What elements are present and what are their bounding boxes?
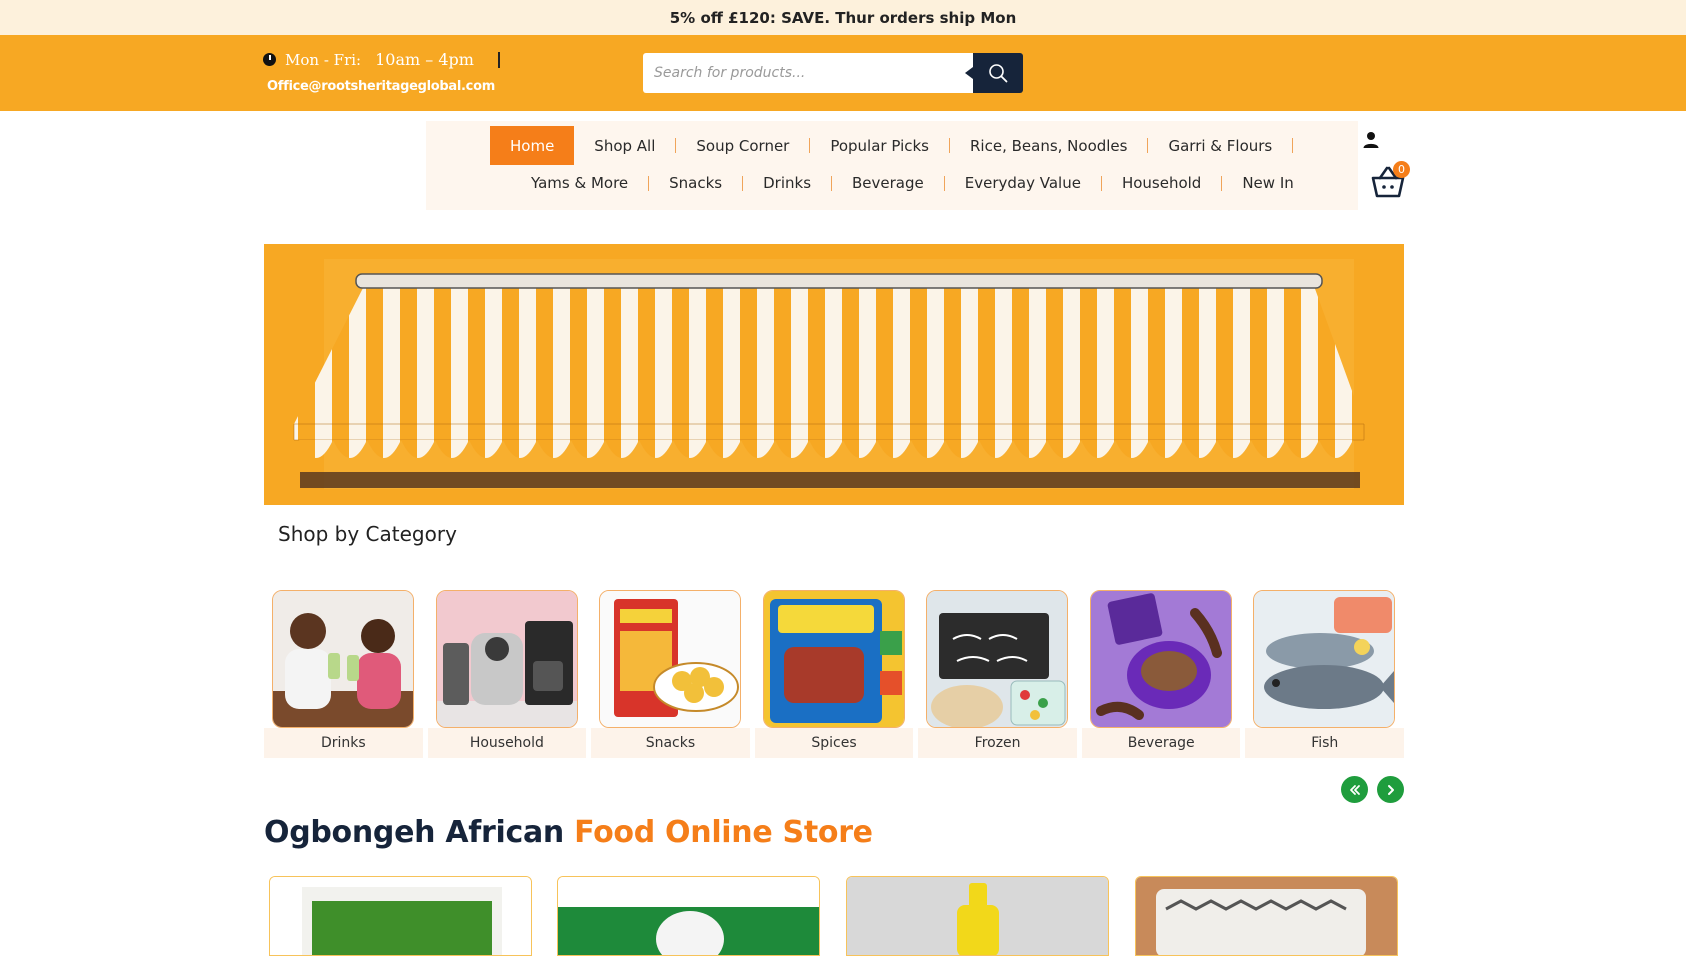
category-carousel: Drinks Household Snacks Spices Frozen Be… (264, 588, 1405, 758)
nav-item-garri-flours[interactable]: Garri & Flours (1148, 126, 1292, 165)
promo-text: 5% off £120: SAVE. Thur orders ship Mon (669, 8, 1017, 27)
divider (497, 51, 500, 68)
nav-item-beverage[interactable]: Beverage (832, 169, 944, 197)
nav-item-everyday-value[interactable]: Everyday Value (945, 169, 1101, 197)
store-heading-main: Ogbongeh African (264, 815, 564, 850)
category-label: Spices (754, 728, 914, 758)
hours-label: Mon - Fri: (285, 50, 362, 69)
category-image-drinks (272, 590, 414, 728)
category-label: Beverage (1081, 728, 1241, 758)
category-image-household (435, 590, 578, 728)
category-card-fish[interactable]: Fish (1245, 588, 1405, 758)
nav-item-soup-corner[interactable]: Soup Corner (676, 126, 809, 165)
store-heading-accent: Food Online Store (574, 815, 873, 850)
category-image-frozen (926, 590, 1069, 728)
category-label: Drinks (264, 728, 423, 758)
nav-item-household[interactable]: Household (1102, 169, 1221, 197)
product-card[interactable] (846, 876, 1109, 956)
search-icon (989, 64, 1008, 83)
chevron-right-icon (1387, 784, 1394, 795)
category-card-frozen[interactable]: Frozen (918, 588, 1077, 758)
category-card-beverage[interactable]: Beverage (1081, 588, 1241, 758)
category-label: Snacks (591, 728, 750, 758)
chevrons-left-icon (1349, 784, 1360, 795)
nav-item-rice-beans-noodles[interactable]: Rice, Beans, Noodles (950, 126, 1147, 165)
category-card-drinks[interactable]: Drinks (264, 588, 423, 758)
user-account-icon[interactable] (1362, 131, 1380, 149)
nav-item-drinks[interactable]: Drinks (743, 169, 831, 197)
cart-count-badge: 0 (1393, 161, 1410, 178)
nav-item-home[interactable]: Home (490, 126, 575, 165)
nav-row-2: Yams & More Snacks Drinks Beverage Every… (511, 169, 1314, 197)
category-image-beverage (1089, 590, 1232, 728)
carousel-next-button[interactable] (1377, 776, 1404, 803)
category-image-snacks (599, 590, 742, 728)
product-image (270, 877, 531, 955)
carousel-prev-button[interactable] (1341, 776, 1368, 803)
nav-item-shop-all[interactable]: Shop All (574, 126, 675, 165)
nav-item-popular-picks[interactable]: Popular Picks (810, 126, 949, 165)
search-input[interactable] (654, 65, 973, 81)
promo-bar: 5% off £120: SAVE. Thur orders ship Mon (0, 0, 1686, 35)
hero-banner (264, 244, 1404, 505)
category-image-spices (762, 590, 905, 728)
product-card[interactable] (557, 876, 820, 956)
opening-hours: Mon - Fri: 10am – 4pm (263, 50, 500, 69)
product-image (847, 877, 1108, 955)
nav-divider (1292, 138, 1294, 153)
store-heading: Ogbongeh African Food Online Store (264, 815, 873, 850)
hours-time: 10am – 4pm (375, 50, 474, 69)
category-image-fish (1253, 590, 1396, 728)
category-label: Fish (1245, 728, 1405, 758)
category-card-spices[interactable]: Spices (754, 588, 914, 758)
category-label: Frozen (918, 728, 1077, 758)
clock-icon (263, 53, 276, 66)
top-header: Mon - Fri: 10am – 4pm (0, 35, 1686, 111)
category-label: Household (427, 728, 587, 758)
main-nav: Home Shop All Soup Corner Popular Picks … (426, 121, 1358, 210)
search-button[interactable] (965, 53, 1023, 93)
nav-row-1: Home Shop All Soup Corner Popular Picks … (490, 126, 1294, 165)
nav-item-new-in[interactable]: New In (1222, 169, 1313, 197)
product-image (1136, 877, 1397, 955)
awning-illustration (293, 259, 1365, 489)
nav-item-snacks[interactable]: Snacks (649, 169, 742, 197)
search-box (643, 53, 973, 93)
product-image (558, 877, 819, 955)
contact-email[interactable]: Office@rootsheritageglobal.com (267, 79, 495, 94)
category-card-snacks[interactable]: Snacks (591, 588, 750, 758)
shop-by-category-title: Shop by Category (278, 522, 457, 546)
product-card[interactable] (1135, 876, 1398, 956)
nav-item-yams-more[interactable]: Yams & More (511, 169, 648, 197)
product-card[interactable] (269, 876, 532, 956)
category-card-household[interactable]: Household (427, 588, 587, 758)
